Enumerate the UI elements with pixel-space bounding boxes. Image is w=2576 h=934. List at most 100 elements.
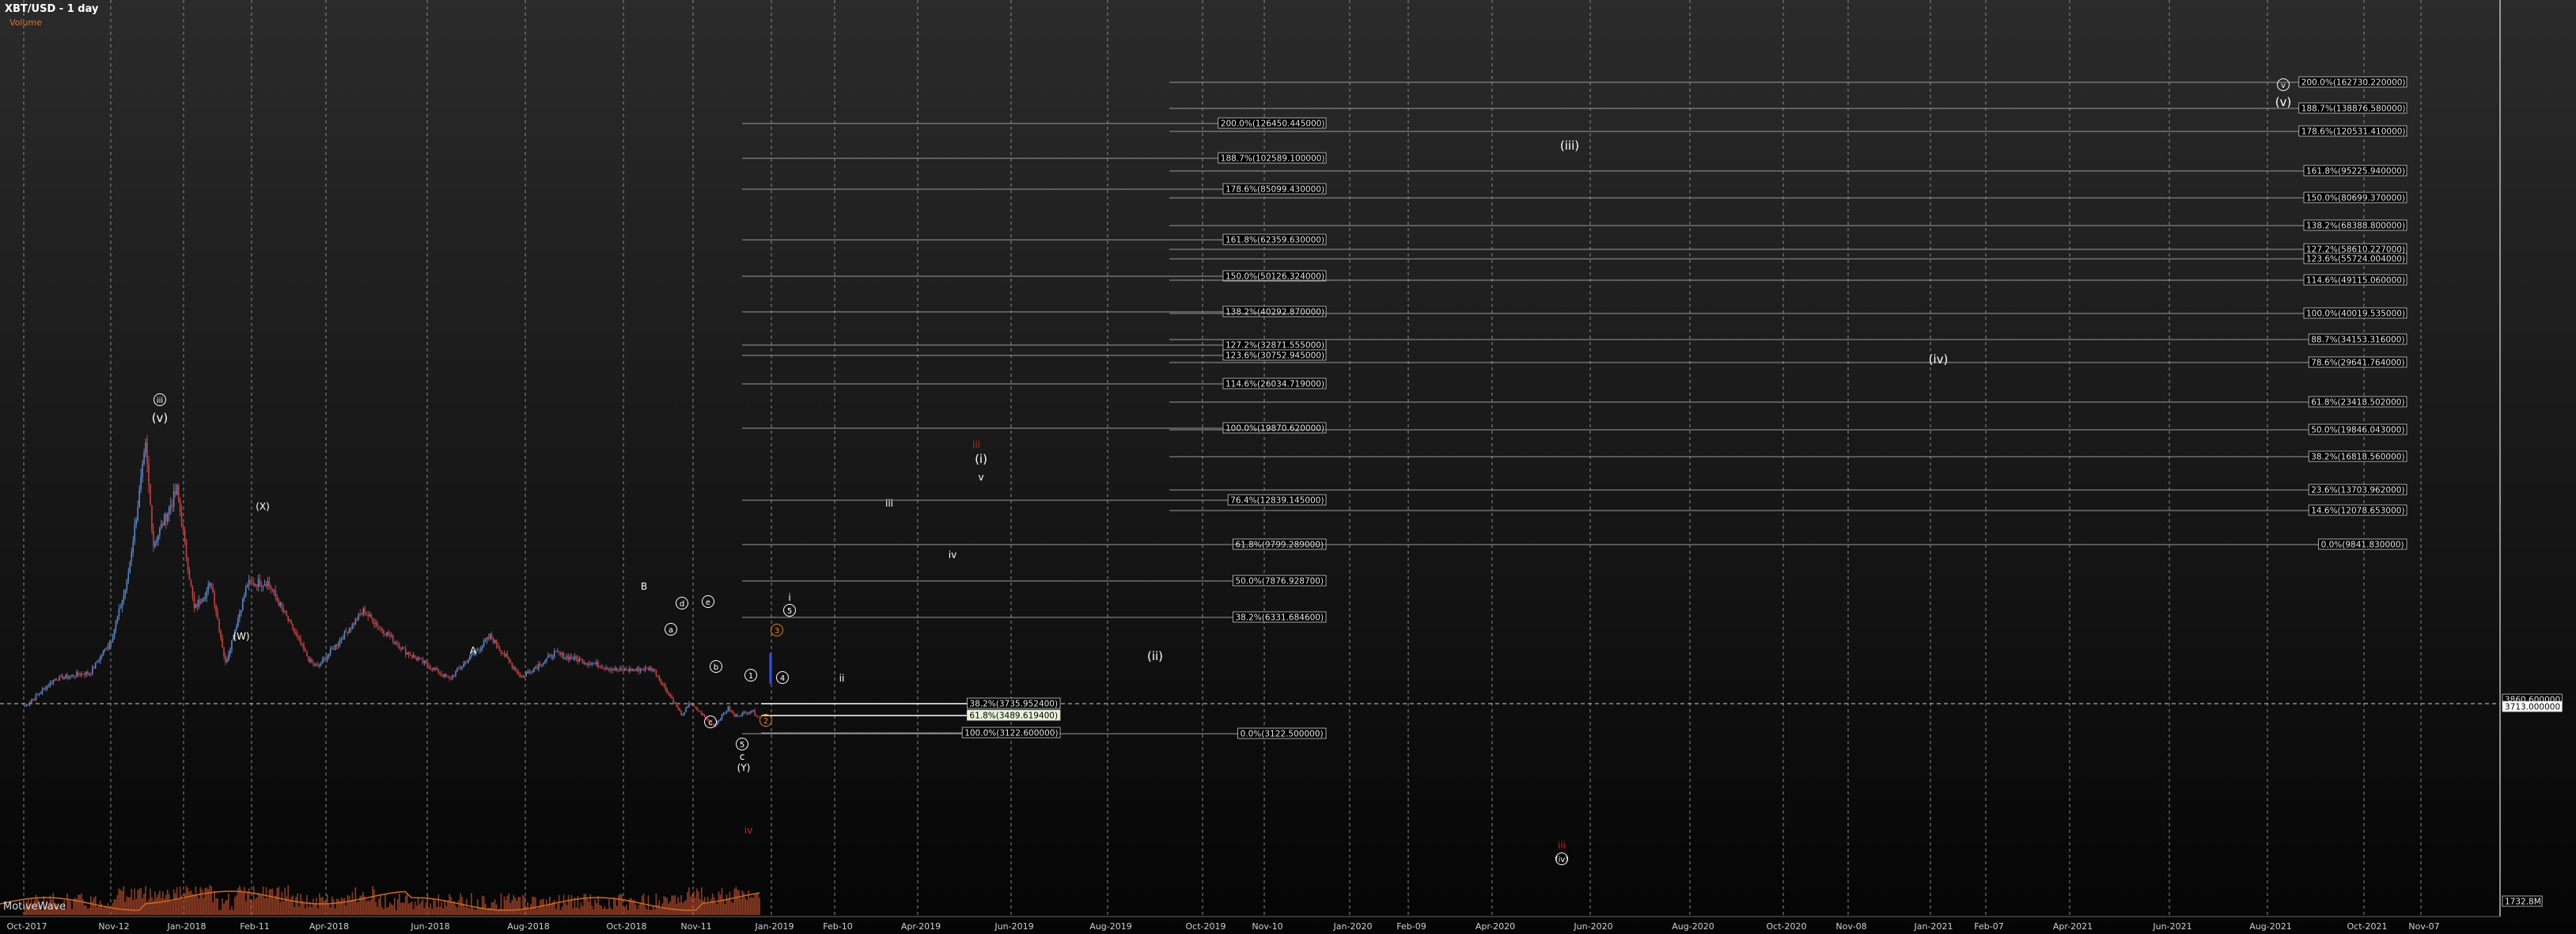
volume-bar [218, 909, 220, 915]
volume-bar [458, 900, 460, 915]
volume-bar [93, 897, 95, 915]
volume-bar [613, 897, 615, 915]
volume-bar [471, 893, 472, 915]
volume-bar [242, 892, 244, 915]
volume-bar [323, 900, 325, 915]
price-chart[interactable]: 200.0%(126450.445000) 188.7%(102589.10000… [0, 0, 2576, 934]
volume-bar [543, 898, 544, 915]
volume-bar [602, 908, 604, 915]
volume-bar [749, 898, 751, 915]
volume-bar [85, 905, 87, 915]
volume-bar [517, 897, 519, 915]
volume-bar [385, 894, 386, 915]
wave-label: i [788, 592, 790, 603]
volume-bar [329, 907, 331, 915]
candle [308, 655, 309, 662]
volume-bar [511, 900, 513, 915]
volume-bar [257, 892, 259, 915]
x-tick-label: Nov-11 [680, 921, 711, 932]
volume-bar [404, 896, 407, 915]
wave-label: (i) [975, 452, 987, 466]
x-tick-label: Feb-09 [1396, 921, 1426, 932]
volume-bar [116, 894, 119, 915]
fib-level-label: 88.7%(34153.316000) [2311, 336, 2404, 345]
volume-bar [407, 903, 410, 915]
volume-bar [469, 908, 471, 915]
volume-bar [270, 888, 272, 915]
volume-bar [682, 902, 684, 915]
candle [403, 647, 405, 649]
candle [343, 629, 346, 640]
volume-bar [456, 907, 458, 915]
volume-bar [353, 898, 355, 915]
wave-label: 4 [780, 674, 785, 683]
volume-bar [615, 898, 616, 915]
volume-bar [326, 894, 328, 915]
x-tick-label: Nov-08 [1835, 921, 1866, 932]
volume-bar [265, 887, 267, 915]
volume-bar [377, 906, 378, 915]
wave-label: iii [885, 498, 893, 509]
volume-bar [420, 902, 422, 915]
volume-bar [438, 894, 440, 915]
volume-bar [380, 895, 381, 915]
volume-bar [156, 897, 157, 915]
volume-bar [718, 891, 720, 915]
volume-bar [714, 902, 717, 915]
volume-bar [317, 908, 319, 915]
volume-bar [428, 907, 430, 915]
volume-bar [740, 898, 742, 915]
volume-bar [663, 896, 665, 915]
volume-bar [588, 901, 590, 915]
volume-bar [550, 904, 552, 915]
wave-label: (iv) [1555, 856, 1569, 864]
volume-bar [395, 909, 397, 915]
volume-bar [279, 902, 282, 915]
volume-bar [508, 893, 510, 915]
volume-bar [68, 899, 70, 915]
volume-bar [618, 895, 619, 915]
x-tick-label: Nov-07 [2408, 921, 2439, 932]
volume-bar [244, 901, 247, 915]
volume-bar [370, 899, 372, 915]
volume-bar [300, 894, 301, 915]
candle [358, 613, 360, 621]
volume-bar [203, 898, 205, 915]
wave-label: v [978, 472, 983, 483]
volume-bar [430, 903, 432, 915]
candle [150, 483, 151, 506]
volume-bar [321, 897, 324, 915]
x-tick-label: Nov-12 [98, 921, 129, 932]
volume-bar [306, 894, 308, 915]
volume-bar [124, 902, 127, 915]
volume-bar [544, 906, 546, 915]
volume-bar [102, 908, 104, 915]
candle [306, 650, 308, 657]
volume-bar [472, 907, 474, 915]
volume-bar [521, 909, 522, 915]
wave-label: 5 [740, 741, 744, 750]
volume-bar [229, 909, 231, 915]
volume-bar [267, 898, 269, 915]
volume-bar [674, 894, 676, 915]
volume-bar [305, 908, 306, 915]
volume-bar [722, 899, 725, 915]
x-tick-label: Oct-2020 [1767, 921, 1807, 932]
volume-bar [710, 898, 712, 915]
volume-bar [174, 893, 176, 915]
volume-bar [719, 894, 722, 915]
volume-bar [564, 902, 566, 915]
volume-bar [375, 902, 377, 915]
volume-bar [653, 909, 656, 915]
volume-bar [298, 906, 300, 915]
volume-bar [546, 899, 547, 915]
x-tick-label: Oct-2019 [1186, 921, 1226, 932]
volume-bar [94, 896, 97, 915]
volume-bar [249, 899, 252, 915]
volume-bar [84, 906, 85, 915]
volume-bar [532, 896, 533, 915]
volume-bar [757, 891, 759, 915]
volume-bar [646, 909, 648, 915]
volume-bar [361, 894, 363, 915]
wave-label: (W) [233, 631, 249, 642]
